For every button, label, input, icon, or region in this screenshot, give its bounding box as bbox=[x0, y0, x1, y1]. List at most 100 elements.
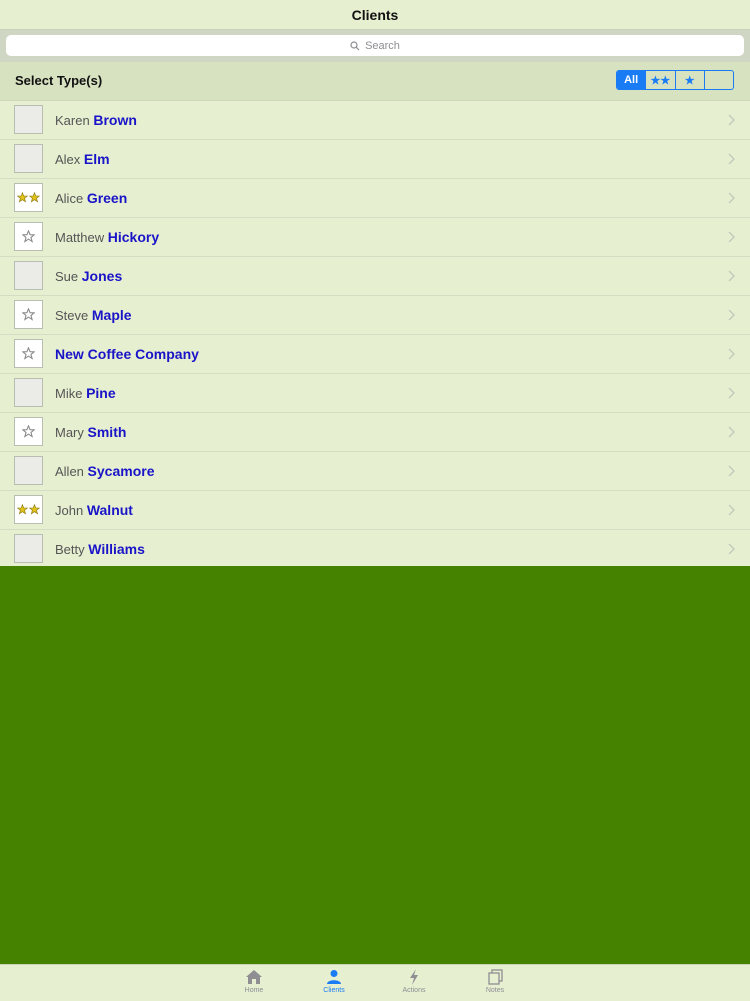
page-title: Clients bbox=[351, 6, 399, 23]
segment-two-star[interactable]: ★★ bbox=[645, 71, 674, 89]
client-row[interactable]: Steve Maple bbox=[0, 296, 750, 335]
segment-one-star[interactable]: ★ bbox=[674, 71, 704, 89]
client-last-name: Jones bbox=[81, 268, 123, 284]
client-name: Sue Jones bbox=[55, 268, 122, 284]
client-first-name: Alice bbox=[55, 191, 84, 206]
client-first-name: Allen bbox=[55, 464, 84, 479]
two-star-icon bbox=[16, 192, 40, 203]
type-filter-label: Select Type(s) bbox=[15, 73, 103, 88]
empty-area bbox=[0, 566, 750, 964]
client-last-name: Elm bbox=[83, 151, 110, 167]
client-row[interactable]: Betty Williams bbox=[0, 530, 750, 569]
client-row[interactable]: Alice Green bbox=[0, 179, 750, 218]
search-placeholder: Search bbox=[365, 39, 400, 52]
chevron-right-icon bbox=[728, 503, 735, 521]
client-first-name: Alex bbox=[55, 152, 81, 167]
type-segmented-control: All ★★ ★ bbox=[616, 70, 734, 90]
client-first-name: Mary bbox=[55, 425, 84, 440]
chevron-right-icon bbox=[728, 230, 735, 248]
client-rating-thumbnail bbox=[14, 261, 43, 290]
client-row[interactable]: Mike Pine bbox=[0, 374, 750, 413]
chevron-right-icon bbox=[728, 152, 735, 170]
client-last-name: Hickory bbox=[107, 229, 160, 245]
chevron-right-icon bbox=[728, 464, 735, 482]
star-outline-icon bbox=[22, 347, 35, 360]
search-icon bbox=[350, 40, 360, 50]
client-name: New Coffee Company bbox=[55, 346, 199, 362]
client-name: Steve Maple bbox=[55, 307, 132, 323]
client-rating-thumbnail bbox=[14, 300, 43, 329]
client-first-name: Karen bbox=[55, 113, 90, 128]
client-rating-thumbnail bbox=[14, 105, 43, 134]
client-first-name: Sue bbox=[55, 269, 79, 284]
tab-actions[interactable]: Actions bbox=[384, 969, 444, 1001]
client-row[interactable]: John Walnut bbox=[0, 491, 750, 530]
star-outline-icon bbox=[22, 230, 35, 243]
client-row[interactable]: Allen Sycamore bbox=[0, 452, 750, 491]
tab-home-label: Home bbox=[244, 987, 264, 994]
client-last-name: Brown bbox=[93, 112, 137, 128]
lightning-icon bbox=[410, 969, 418, 985]
client-last-name: Green bbox=[86, 190, 128, 206]
client-row[interactable]: New Coffee Company bbox=[0, 335, 750, 374]
star-outline-icon bbox=[22, 425, 35, 438]
segment-no-star[interactable] bbox=[703, 71, 733, 89]
client-rating-thumbnail bbox=[14, 144, 43, 173]
tab-bar: Home Clients Actions Notes bbox=[0, 964, 750, 1001]
client-rating-thumbnail bbox=[14, 222, 43, 251]
client-name: Allen Sycamore bbox=[55, 463, 154, 479]
client-rating-thumbnail bbox=[14, 378, 43, 407]
client-last-name: Walnut bbox=[86, 502, 133, 518]
client-last-name: Smith bbox=[87, 424, 127, 440]
chevron-right-icon bbox=[728, 347, 735, 365]
client-last-name: Williams bbox=[88, 541, 145, 557]
client-last-name: Maple bbox=[91, 307, 132, 323]
client-name: Alice Green bbox=[55, 190, 127, 206]
client-name: Mary Smith bbox=[55, 424, 126, 440]
client-name: Betty Williams bbox=[55, 541, 145, 557]
client-name: Alex Elm bbox=[55, 151, 110, 167]
navigation-bar: Clients bbox=[0, 0, 750, 30]
search-input[interactable]: Search bbox=[6, 35, 744, 56]
client-rating-thumbnail bbox=[14, 339, 43, 368]
client-first-name: Betty bbox=[55, 542, 85, 557]
client-row[interactable]: Alex Elm bbox=[0, 140, 750, 179]
chevron-right-icon bbox=[728, 386, 735, 404]
client-name: Matthew Hickory bbox=[55, 229, 159, 245]
client-first-name: Matthew bbox=[55, 230, 105, 245]
client-row[interactable]: Matthew Hickory bbox=[0, 218, 750, 257]
client-row[interactable]: Sue Jones bbox=[0, 257, 750, 296]
client-rating-thumbnail bbox=[14, 495, 43, 524]
client-row[interactable]: Mary Smith bbox=[0, 413, 750, 452]
client-rating-thumbnail bbox=[14, 417, 43, 446]
two-star-icon bbox=[16, 504, 40, 515]
client-last-name: Sycamore bbox=[87, 463, 155, 479]
person-icon bbox=[327, 970, 341, 984]
client-first-name: Steve bbox=[55, 308, 89, 323]
chevron-right-icon bbox=[728, 542, 735, 560]
search-bar: Search bbox=[0, 30, 750, 62]
segment-all[interactable]: All bbox=[617, 71, 646, 89]
client-name: Karen Brown bbox=[55, 112, 137, 128]
client-rating-thumbnail bbox=[14, 534, 43, 563]
tab-actions-label: Actions bbox=[402, 987, 426, 994]
client-first-name: John bbox=[55, 503, 84, 518]
tab-clients[interactable]: Clients bbox=[304, 969, 364, 1001]
chevron-right-icon bbox=[728, 425, 735, 443]
client-list: Karen Brown Alex Elm Alice Green Matthew Hi… bbox=[0, 101, 750, 569]
client-row[interactable]: Karen Brown bbox=[0, 101, 750, 140]
tab-notes[interactable]: Notes bbox=[465, 969, 525, 1001]
chevron-right-icon bbox=[728, 308, 735, 326]
client-rating-thumbnail bbox=[14, 183, 43, 212]
client-last-name: Pine bbox=[86, 385, 116, 401]
client-name: Mike Pine bbox=[55, 385, 116, 401]
notes-icon bbox=[488, 969, 503, 985]
client-name: John Walnut bbox=[55, 502, 133, 518]
star-outline-icon bbox=[22, 308, 35, 321]
client-first-name: Mike bbox=[55, 386, 83, 401]
tab-notes-label: Notes bbox=[485, 987, 505, 994]
home-icon bbox=[246, 970, 262, 984]
tab-clients-label: Clients bbox=[323, 987, 345, 994]
tab-home[interactable]: Home bbox=[224, 969, 284, 1001]
client-rating-thumbnail bbox=[14, 456, 43, 485]
